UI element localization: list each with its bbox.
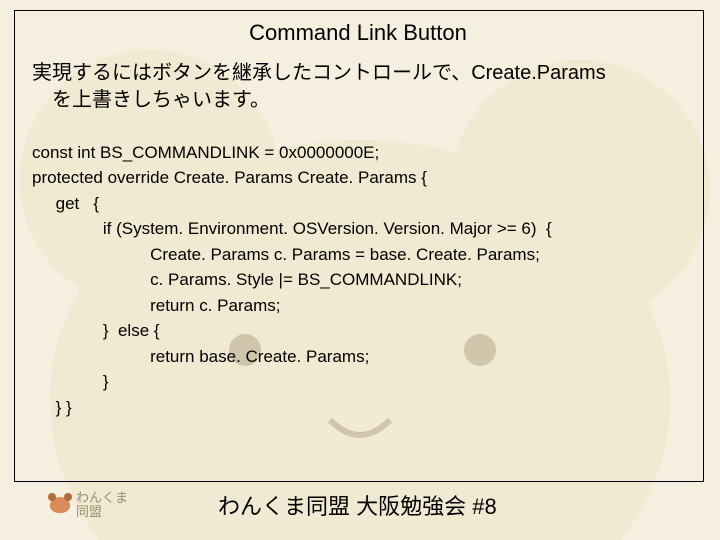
code-line: if (System. Environment. OSVersion. Vers…: [32, 219, 552, 238]
description-text: 実現するにはボタンを継承したコントロールで、Create.Params を上書き…: [32, 60, 692, 114]
code-line: } }: [32, 398, 72, 417]
code-block: const int BS_COMMANDLINK = 0x0000000E; p…: [32, 114, 702, 420]
logo-text: わんくま 同盟: [76, 491, 128, 520]
code-line: return c. Params;: [32, 296, 280, 315]
code-line: get {: [32, 194, 99, 213]
desc-line-1: 実現するにはボタンを継承したコントロールで、Create.Params: [32, 62, 606, 84]
code-line: protected override Create. Params Create…: [32, 168, 427, 187]
slide-title: Command Link Button: [14, 20, 702, 46]
footer-title: わんくま同盟 大阪勉強会 #8: [218, 489, 497, 521]
footer: わんくま 同盟 わんくま同盟 大阪勉強会 #8: [0, 482, 720, 528]
slide-content: Command Link Button 実現するにはボタンを継承したコントロール…: [14, 10, 702, 420]
bear-logo-icon: [50, 497, 70, 513]
logo-text-line-1: わんくま: [76, 491, 128, 505]
code-line: const int BS_COMMANDLINK = 0x0000000E;: [32, 143, 379, 162]
desc-line-2: を上書きしちゃいます。: [52, 89, 270, 111]
code-line: } else {: [32, 321, 160, 340]
code-line: c. Params. Style |= BS_COMMANDLINK;: [32, 270, 462, 289]
code-line: return base. Create. Params;: [32, 347, 369, 366]
logo: わんくま 同盟: [50, 491, 128, 520]
logo-text-line-2: 同盟: [76, 505, 128, 519]
code-line: }: [32, 372, 109, 391]
code-line: Create. Params c. Params = base. Create.…: [32, 245, 540, 264]
